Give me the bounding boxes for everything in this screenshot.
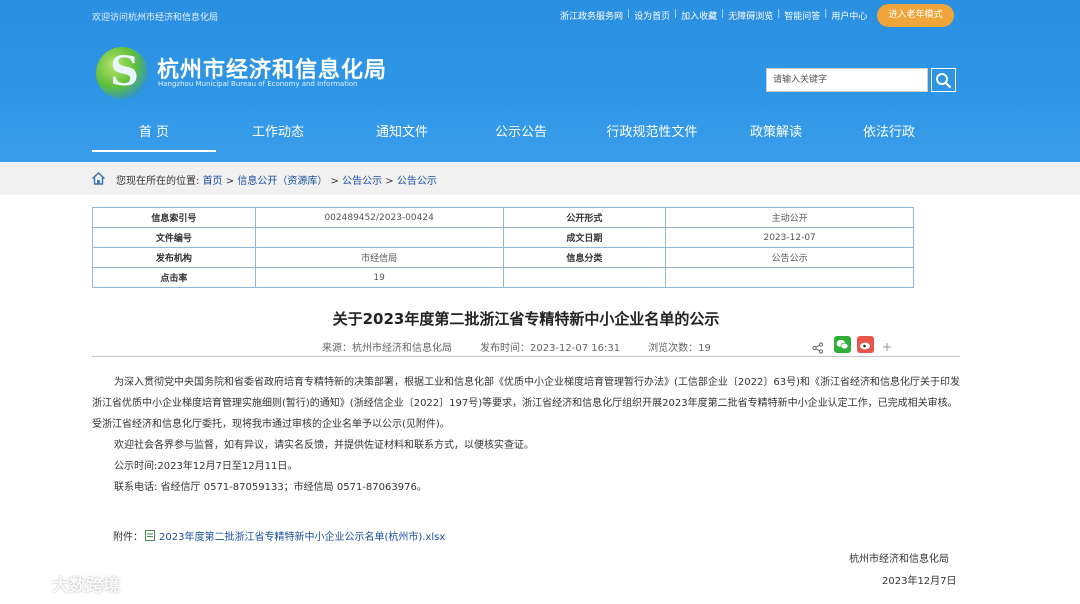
info-value: 主动公开	[665, 207, 914, 228]
info-value: 19	[254, 267, 504, 288]
info-key	[502, 267, 667, 288]
nav-law-administration[interactable]: 依法行政	[826, 118, 952, 152]
info-value: 公告公示	[665, 247, 914, 268]
info-value	[665, 267, 914, 288]
excel-file-icon	[145, 530, 155, 541]
breadcrumb-sep: >	[330, 176, 339, 187]
search-icon	[936, 72, 952, 88]
search-input[interactable]: 请输入关键字	[766, 68, 928, 92]
table-row: 信息索引号 002489452/2023-00424 公开形式 主动公开	[92, 207, 914, 228]
nav-announcements[interactable]: 公示公告	[464, 118, 578, 152]
info-key: 成文日期	[502, 227, 667, 248]
breadcrumb: 您现在所在的位置: 首页 > 信息公开（资源库） > 公告公示 > 公告公示	[116, 172, 437, 187]
nav-notices[interactable]: 通知文件	[340, 118, 464, 152]
info-table: 信息索引号 002489452/2023-00424 公开形式 主动公开 文件编…	[92, 207, 914, 288]
info-key: 信息分类	[502, 247, 667, 268]
signature-date: 2023年12月7日	[882, 576, 957, 587]
wechat-icon[interactable]	[834, 335, 851, 353]
info-value	[254, 227, 504, 248]
breadcrumb-info-open[interactable]: 信息公开（资源库）	[237, 176, 327, 187]
watermark-text: 大数跨境	[52, 576, 120, 596]
breadcrumb-home[interactable]: 首页	[203, 176, 223, 187]
elder-mode-button[interactable]: 进入老年模式	[877, 4, 954, 27]
article-views: 浏览次数：19	[648, 343, 711, 354]
top-link-user-center[interactable]: 用户中心	[831, 9, 867, 22]
info-key: 信息索引号	[92, 207, 256, 228]
article-title: 关于2023年度第二批浙江省专精特新中小企业名单的公示	[332, 310, 720, 328]
attachment: 附件： 2023年度第二批浙江省专精特新中小企业公示名单(杭州市).xlsx	[113, 528, 445, 543]
attachment-link[interactable]: 2023年度第二批浙江省专精特新中小企业公示名单(杭州市).xlsx	[159, 528, 445, 543]
site-header: 欢迎访问杭州市经济和信息化局 浙江政务服务网 | 设为首页 | 加入收藏 | 无障碍浏…	[0, 0, 1080, 162]
article-paragraph: 联系电话: 省经信厅 0571-87059133；市经信局 0571-87063…	[114, 482, 427, 493]
top-link-homepage[interactable]: 设为首页	[634, 9, 670, 22]
breadcrumb-prefix: 您现在所在的位置:	[116, 176, 200, 187]
site-subtitle: Hangzhou Municipal Bureau of Economy and…	[158, 80, 358, 88]
breadcrumb-announcements[interactable]: 公告公示	[342, 176, 382, 187]
article-paragraph: 公示时间:2023年12月7日至12月11日。	[114, 461, 298, 472]
info-key: 公开形式	[502, 207, 667, 228]
attachment-label: 附件：	[113, 532, 143, 543]
nav-policy-interpretation[interactable]: 政策解读	[726, 118, 826, 152]
share-icon[interactable]	[812, 342, 824, 354]
signature-org: 杭州市经济和信息化局	[849, 554, 949, 565]
article-published: 发布时间：2023-12-07 16:31	[480, 343, 621, 354]
article-meta: 来源：杭州市经济和信息化局 发布时间：2023-12-07 16:31 浏览次数…	[322, 339, 739, 354]
top-links: 浙江政务服务网 | 设为首页 | 加入收藏 | 无障碍浏览 | 智能问答 | 用户中心	[560, 9, 868, 22]
nav-home[interactable]: 首 页	[92, 118, 216, 152]
top-link-favorite[interactable]: 加入收藏	[681, 9, 717, 22]
watermark-logo-icon	[11, 575, 43, 592]
article-source: 来源：杭州市经济和信息化局	[322, 343, 452, 354]
divider	[92, 356, 960, 357]
article-paragraph: 欢迎社会各界参与监督，如有异议，请实名反馈，并提供佐证材料和联系方式，以便核实查…	[114, 440, 534, 451]
info-key: 文件编号	[92, 227, 256, 248]
share-bar	[812, 334, 892, 354]
weibo-icon[interactable]	[857, 335, 874, 353]
info-value: 2023-12-07	[665, 227, 914, 248]
table-row: 文件编号 成文日期 2023-12-07	[92, 227, 914, 248]
top-link-qa[interactable]: 智能问答	[784, 9, 820, 22]
more-share-icon[interactable]	[882, 342, 892, 352]
breadcrumb-sep: >	[225, 176, 235, 187]
table-row: 点击率 19	[92, 267, 914, 288]
table-row: 发布机构 市经信局 信息分类 公告公示	[92, 247, 914, 268]
info-key: 发布机构	[92, 247, 256, 268]
breadcrumb-current[interactable]: 公告公示	[397, 176, 437, 187]
home-icon	[92, 172, 105, 185]
main-nav: 首 页 工作动态 通知文件 公示公告 行政规范性文件 政策解读 依法行政	[92, 118, 952, 152]
article-paragraph: 为深入贯彻党中央国务院和省委省政府培育专精特新的决策部署，根据工业和信息化部《优…	[92, 377, 960, 430]
top-link-accessibility[interactable]: 无障碍浏览	[728, 9, 773, 22]
logo-mark-icon: S	[110, 48, 139, 95]
info-value: 002489452/2023-00424	[254, 207, 504, 228]
watermark: 大数跨境	[10, 571, 120, 596]
nav-regulations[interactable]: 行政规范性文件	[578, 118, 726, 152]
welcome-text: 欢迎访问杭州市经济和信息化局	[92, 13, 219, 23]
top-link-zwfw[interactable]: 浙江政务服务网	[560, 9, 623, 22]
info-key: 点击率	[92, 267, 256, 288]
nav-work-news[interactable]: 工作动态	[216, 118, 340, 152]
breadcrumb-sep: >	[385, 176, 394, 187]
search-button[interactable]	[931, 68, 956, 92]
article-body: 为深入贯彻党中央国务院和省委省政府培育专精特新的决策部署，根据工业和信息化部《优…	[92, 372, 962, 498]
info-value: 市经信局	[254, 247, 504, 268]
